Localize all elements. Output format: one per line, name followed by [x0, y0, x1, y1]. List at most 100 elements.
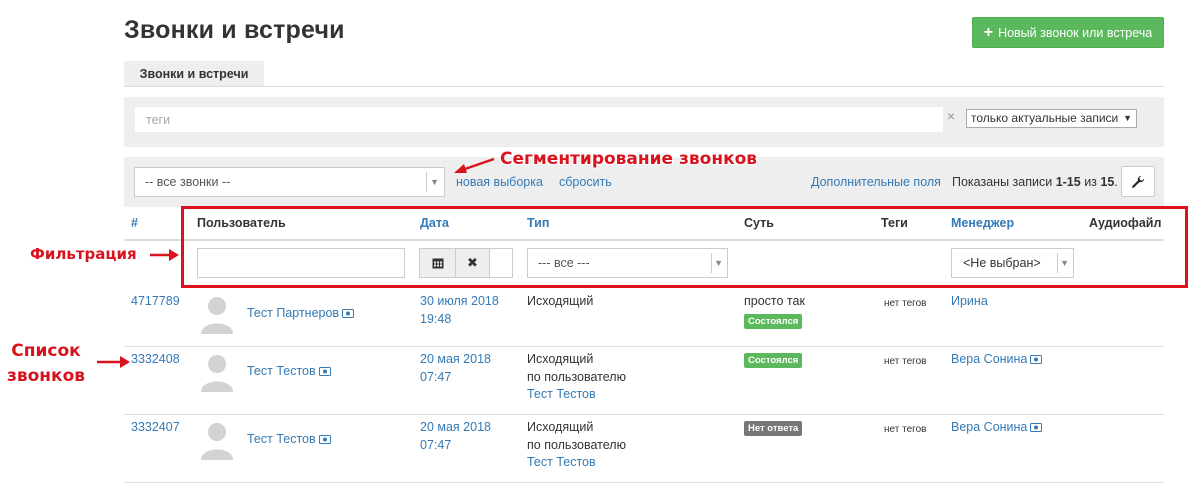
tags-input[interactable] — [135, 107, 943, 132]
manager-link[interactable]: Вера Сонина — [951, 351, 1043, 370]
id-card-icon[interactable] — [342, 306, 355, 324]
manager-filter-select[interactable]: <Не выбран> ▼ — [951, 248, 1074, 278]
wrench-icon — [1132, 175, 1145, 188]
user-name: Тест Тестов — [247, 432, 316, 446]
new-selection-link[interactable]: новая выборка — [456, 175, 543, 189]
call-id-link[interactable]: 3332408 — [131, 351, 180, 369]
call-date: 20 мая 2018 — [420, 420, 491, 434]
status-badge: Нет ответа — [744, 421, 803, 436]
call-by-user-link[interactable]: Тест Тестов — [527, 387, 596, 401]
extra-fields-link[interactable]: Дополнительные поля — [811, 175, 941, 189]
call-direction: Исходящий — [527, 294, 594, 308]
call-date-link[interactable]: 20 мая 2018 07:47 — [420, 351, 491, 386]
new-call-button[interactable]: + Новый звонок или встреча — [972, 17, 1164, 48]
calendar-icon — [432, 258, 443, 269]
row-divider — [124, 414, 1164, 415]
column-header-essence: Суть — [744, 216, 774, 230]
column-header-date[interactable]: Дата — [420, 216, 449, 230]
id-card-icon[interactable] — [318, 432, 331, 450]
user-link[interactable]: Тест Тестов — [247, 363, 331, 382]
column-header-id[interactable]: # — [131, 216, 138, 230]
calendar-button[interactable] — [420, 249, 456, 277]
shown-prefix: Показаны записи — [952, 175, 1056, 189]
avatar — [199, 420, 235, 460]
annotation-arrow-call-list — [97, 356, 130, 368]
call-type: Исходящий — [527, 293, 593, 311]
shown-suffix: . — [1114, 175, 1118, 189]
shown-range: 1-15 — [1055, 175, 1081, 189]
manager-link[interactable]: Ирина — [951, 293, 988, 311]
column-header-tags: Теги — [881, 216, 908, 230]
manager-link[interactable]: Вера Сонина — [951, 419, 1043, 438]
tab-calls-meetings[interactable]: Звонки и встречи — [124, 61, 264, 87]
call-by-user-link[interactable]: Тест Тестов — [527, 455, 596, 469]
status-badge: Состоялся — [744, 353, 803, 368]
select-divider — [711, 253, 712, 273]
call-date: 20 мая 2018 — [420, 352, 491, 366]
shown-middle: из — [1080, 175, 1101, 189]
date-filter-field[interactable] — [490, 249, 512, 277]
caret-down-icon: ▼ — [714, 258, 723, 268]
plus-icon: + — [983, 23, 994, 41]
user-name: Тест Тестов — [247, 364, 316, 378]
id-card-icon[interactable] — [318, 364, 331, 382]
call-essence: просто так — [744, 294, 805, 308]
segment-select[interactable]: -- все звонки -- ▼ — [134, 167, 445, 197]
user-link[interactable]: Тест Партнеров — [247, 305, 355, 324]
manager-filter-value: <Не выбран> — [963, 256, 1041, 270]
call-date-link[interactable]: 30 июля 2018 19:48 — [420, 293, 499, 328]
call-id-link[interactable]: 3332407 — [131, 419, 180, 437]
tags-filter-panel: × только актуальные записи ▼ — [124, 97, 1164, 147]
settings-button[interactable] — [1121, 166, 1155, 197]
clear-tags-icon[interactable]: × — [947, 108, 955, 124]
tab-divider — [124, 86, 1164, 87]
call-date-link[interactable]: 20 мая 2018 07:47 — [420, 419, 491, 454]
call-date: 30 июля 2018 — [420, 294, 499, 308]
annotation-arrow-filtering — [150, 249, 179, 261]
type-filter-value: --- все --- — [538, 256, 590, 270]
select-divider — [426, 172, 427, 192]
records-scope-value: только актуальные записи — [971, 111, 1119, 125]
column-header-type[interactable]: Тип — [527, 216, 549, 230]
user-link[interactable]: Тест Тестов — [247, 431, 331, 450]
call-type: Исходящий по пользователю Тест Тестов — [527, 351, 626, 404]
row-divider — [124, 346, 1164, 347]
call-direction: Исходящий — [527, 420, 594, 434]
caret-down-icon: ▼ — [430, 177, 439, 187]
annotation-arrow-segmentation — [454, 157, 495, 173]
user-filter-input[interactable] — [197, 248, 405, 278]
caret-down-icon: ▼ — [1060, 258, 1069, 268]
user-name: Тест Партнеров — [247, 306, 340, 320]
call-tags: нет тегов — [884, 356, 927, 367]
page-title: Звонки и встречи — [124, 16, 345, 44]
call-tags: нет тегов — [884, 424, 927, 435]
column-header-manager[interactable]: Менеджер — [951, 216, 1014, 230]
header-divider — [124, 239, 1164, 241]
manager-name: Вера Сонина — [951, 420, 1028, 434]
clear-date-button[interactable]: ✖ — [456, 249, 490, 277]
id-card-icon[interactable] — [1030, 352, 1043, 370]
shown-total: 15 — [1100, 175, 1115, 189]
annotation-call-list: Список звонков — [2, 339, 90, 389]
records-scope-select[interactable]: только актуальные записи ▼ — [966, 109, 1137, 128]
call-time: 07:47 — [420, 369, 452, 384]
reset-link[interactable]: сбросить — [559, 175, 612, 189]
call-time: 07:47 — [420, 437, 452, 452]
call-id-link[interactable]: 4717789 — [131, 293, 180, 311]
type-filter-select[interactable]: --- все --- ▼ — [527, 248, 728, 278]
call-by-user-label: по пользователю — [527, 437, 626, 452]
annotation-filtering: Фильтрация — [30, 245, 137, 263]
avatar — [199, 294, 235, 334]
manager-name: Ирина — [951, 294, 988, 308]
id-card-icon[interactable] — [1030, 420, 1043, 438]
call-direction: Исходящий — [527, 352, 594, 366]
records-shown-text: Показаны записи 1-15 из 15. — [952, 175, 1118, 189]
status-badge: Состоялся — [744, 314, 803, 329]
annotation-segmentation: Сегментирование звонков — [500, 149, 758, 169]
call-time: 19:48 — [420, 311, 452, 326]
annotation-call-list-line1: Список — [11, 341, 81, 361]
new-call-button-label: Новый звонок или встреча — [998, 25, 1153, 40]
call-tags: нет тегов — [884, 298, 927, 309]
column-header-user: Пользователь — [197, 216, 286, 230]
column-header-audio: Аудиофайл — [1089, 216, 1162, 230]
